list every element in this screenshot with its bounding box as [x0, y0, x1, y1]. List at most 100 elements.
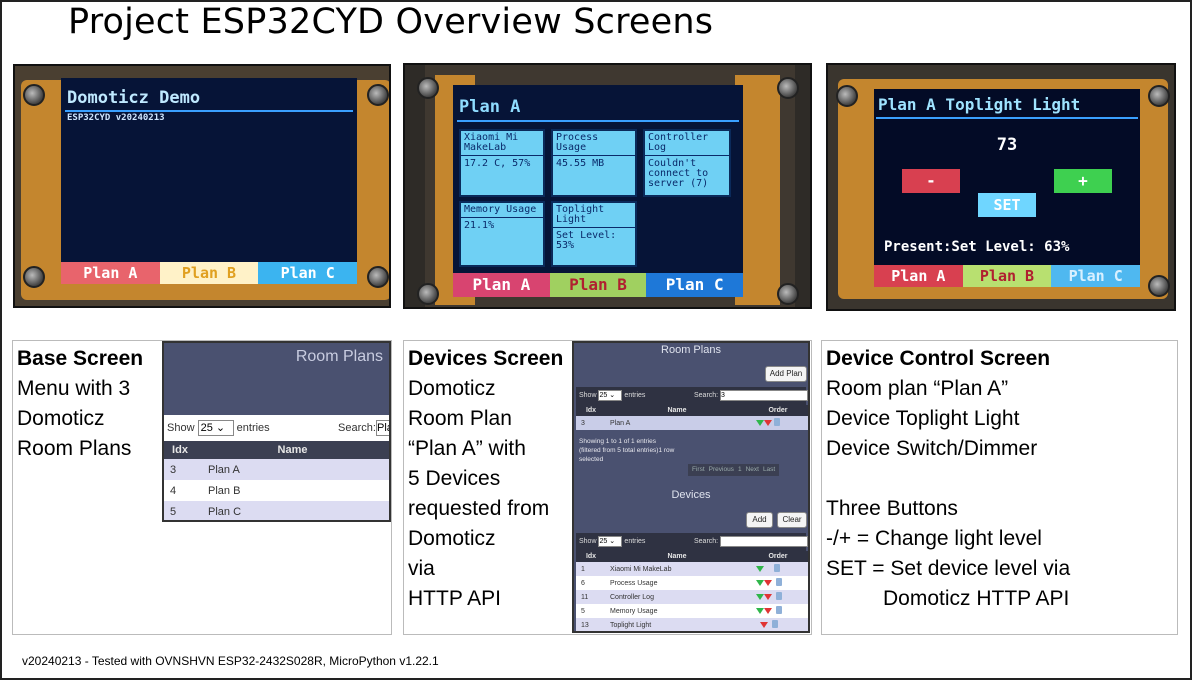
- room-plan-devices-screenshot: Room Plans Add Plan Show 25 ⌄ entries Se…: [572, 341, 810, 633]
- first-page-button[interactable]: First: [692, 464, 705, 476]
- move-down-icon[interactable]: [756, 566, 764, 572]
- minus-button[interactable]: -: [902, 169, 960, 193]
- device-tile[interactable]: Process Usage 45.55 MB: [551, 129, 637, 197]
- search-input[interactable]: 3: [720, 390, 808, 401]
- move-up-icon[interactable]: [764, 594, 772, 600]
- devices-screen-description: Devices Screen Domoticz Room Plan “Plan …: [408, 344, 563, 614]
- last-page-button[interactable]: Last: [763, 464, 775, 476]
- description-line: Domoticz: [17, 407, 105, 430]
- move-down-icon[interactable]: [756, 608, 764, 614]
- column-header[interactable]: Order: [748, 551, 808, 562]
- table-row[interactable]: 11 Controller Log: [576, 590, 808, 604]
- description-line: “Plan A” with: [408, 437, 526, 460]
- menu-plan-a[interactable]: Plan A: [453, 273, 550, 297]
- device-tile[interactable]: Toplight Light Set Level: 53%: [551, 201, 637, 267]
- description-line: HTTP API: [408, 587, 501, 610]
- page-title: Project ESP32CYD Overview Screens: [68, 2, 714, 42]
- menu-plan-b[interactable]: Plan B: [159, 262, 259, 284]
- column-header[interactable]: Name: [606, 405, 748, 416]
- entries-select[interactable]: 25 ⌄: [598, 389, 623, 401]
- table-row[interactable]: 4 Plan B: [164, 480, 389, 501]
- screw-icon: [23, 84, 45, 106]
- column-header[interactable]: Idx: [576, 551, 606, 562]
- table-row[interactable]: 6 Process Usage: [576, 576, 808, 590]
- entries-select[interactable]: 25 ⌄: [197, 420, 234, 437]
- menu-plan-c[interactable]: Plan C: [1051, 265, 1140, 287]
- trash-icon[interactable]: [773, 418, 780, 426]
- move-down-icon[interactable]: [764, 420, 772, 426]
- lcd-screen: Plan A Toplight Light 73 - + SET Present…: [874, 89, 1140, 287]
- menu-plan-c[interactable]: Plan C: [258, 262, 357, 284]
- menu-plan-c[interactable]: Plan C: [646, 273, 743, 297]
- trash-icon[interactable]: [775, 592, 782, 600]
- room-plans-title: Room Plans: [661, 344, 721, 356]
- move-up-icon[interactable]: [759, 622, 768, 628]
- menu-plan-a[interactable]: Plan A: [61, 262, 160, 284]
- move-up-icon[interactable]: [764, 608, 772, 614]
- screw-icon: [417, 283, 439, 305]
- next-page-button[interactable]: Next: [746, 464, 759, 476]
- screw-icon: [777, 283, 799, 305]
- move-down-icon[interactable]: [756, 594, 764, 600]
- description-line: Room Plans: [17, 437, 132, 460]
- panel-heading: Base Screen: [17, 347, 144, 370]
- menu-plan-a[interactable]: Plan A: [874, 265, 963, 287]
- lcd-title: Plan A: [459, 97, 521, 117]
- menu-plan-b[interactable]: Plan B: [962, 265, 1052, 287]
- lcd-menu-bar: Plan A Plan B Plan C: [453, 273, 743, 297]
- lcd-divider: [65, 110, 353, 112]
- description-line: via: [408, 557, 435, 580]
- trash-icon[interactable]: [771, 620, 778, 628]
- device-tile[interactable]: Xiaomi Mi MakeLab 17.2 C, 57%: [459, 129, 545, 197]
- table-row[interactable]: 13 Toplight Light: [576, 618, 808, 631]
- move-down-icon[interactable]: [756, 580, 764, 586]
- trash-icon[interactable]: [775, 578, 782, 586]
- previous-page-button[interactable]: Previous: [709, 464, 734, 476]
- screw-icon: [836, 85, 858, 107]
- room-plans-screenshot: Room Plans Show 25 ⌄ entries Search: Pla…: [162, 341, 391, 522]
- devices-title: Devices: [671, 489, 711, 501]
- table-row[interactable]: 3 Plan A: [164, 459, 389, 480]
- add-device-button[interactable]: Add: [746, 512, 773, 528]
- description-line: Room Plan: [408, 407, 512, 430]
- device-tile[interactable]: Controller Log Couldn't connect to server…: [643, 129, 731, 197]
- column-header[interactable]: Idx: [164, 441, 196, 459]
- description-line: SET = Set device level via: [826, 557, 1071, 580]
- page-number-button[interactable]: 1: [738, 464, 742, 476]
- screw-icon: [367, 84, 389, 106]
- description-line: requested from: [408, 497, 550, 520]
- description-line: Three Buttons: [826, 497, 958, 520]
- lcd-version: ESP32CYD v20240213: [67, 113, 165, 123]
- device-tile[interactable]: Memory Usage 21.1%: [459, 201, 545, 267]
- move-down-icon[interactable]: [756, 420, 764, 426]
- control-screen-description: Device Control Screen Room plan “Plan A”…: [826, 344, 1070, 614]
- present-level: Present:Set Level: 63%: [884, 239, 1070, 255]
- column-header[interactable]: Name: [606, 551, 748, 562]
- trash-icon[interactable]: [775, 606, 782, 614]
- column-header[interactable]: Name: [196, 441, 389, 459]
- set-button[interactable]: SET: [978, 193, 1036, 217]
- screw-icon: [1148, 85, 1170, 107]
- description-line: [826, 464, 1070, 494]
- move-up-icon[interactable]: [764, 580, 772, 586]
- devices-table-controls: Show 25 ⌄ entries Search:: [576, 533, 808, 551]
- table-info: Showing 1 to 1 of 1 entries (filtered fr…: [579, 438, 675, 463]
- search-input[interactable]: Pla: [376, 420, 389, 436]
- table-row[interactable]: 5 Plan C: [164, 501, 389, 520]
- pagination: First Previous 1 Next Last: [688, 464, 780, 476]
- description-line: 5 Devices: [408, 467, 501, 490]
- table-row[interactable]: 5 Memory Usage: [576, 604, 808, 618]
- lcd-screen: Domoticz Demo ESP32CYD v20240213 Plan A …: [61, 78, 357, 284]
- search-input[interactable]: [720, 536, 808, 547]
- column-header[interactable]: Order: [748, 405, 808, 416]
- plus-button[interactable]: +: [1054, 169, 1112, 193]
- add-plan-button[interactable]: Add Plan: [765, 366, 807, 382]
- table-row[interactable]: 3 Plan A: [576, 416, 808, 430]
- entries-select[interactable]: 25 ⌄: [598, 535, 623, 547]
- clear-button[interactable]: Clear: [777, 512, 807, 528]
- menu-plan-b[interactable]: Plan B: [549, 273, 647, 297]
- column-header[interactable]: Idx: [576, 405, 606, 416]
- description-line: -/+ = Change light level: [826, 527, 1042, 550]
- table-row[interactable]: 1 Xiaomi Mi MakeLab: [576, 562, 808, 576]
- trash-icon[interactable]: [773, 564, 780, 572]
